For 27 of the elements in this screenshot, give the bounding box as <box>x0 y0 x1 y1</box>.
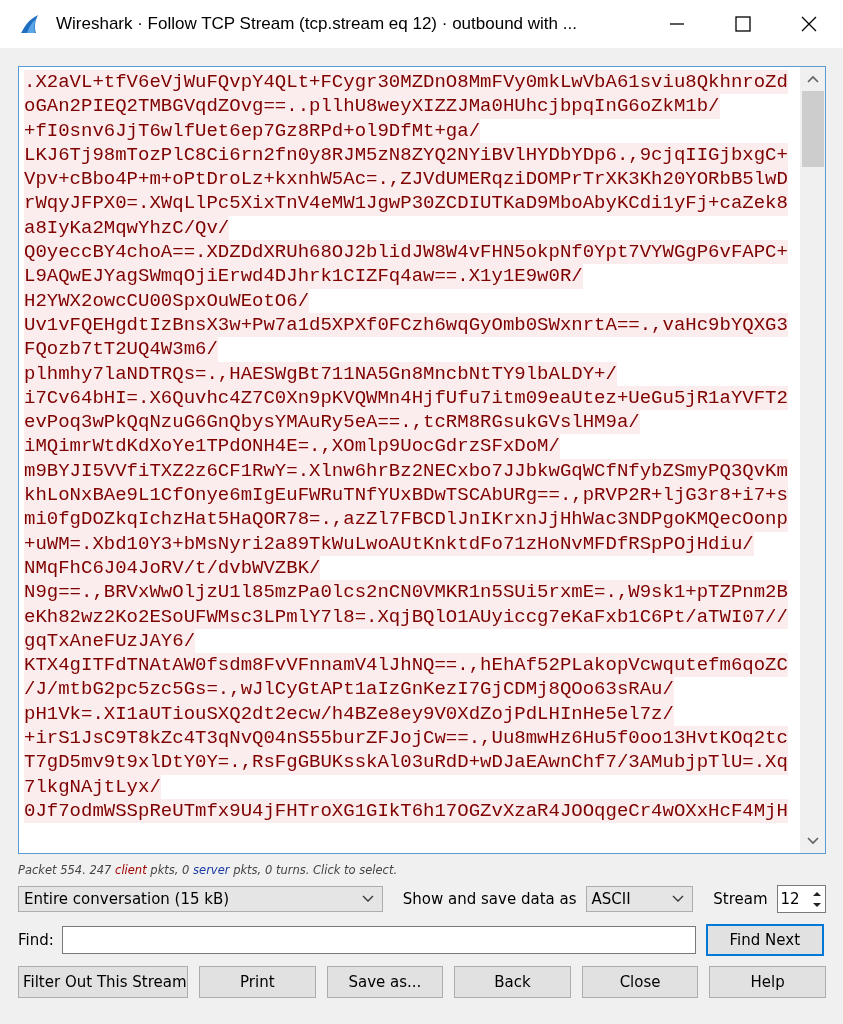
maximize-icon[interactable] <box>733 14 753 34</box>
stream-label: Stream <box>713 890 768 908</box>
scroll-down-icon[interactable] <box>806 837 819 845</box>
stream-spinner[interactable]: 12 <box>776 885 826 913</box>
caret-icon <box>672 895 685 903</box>
scroll-thumb[interactable] <box>801 91 824 167</box>
format-select[interactable]: ASCII <box>585 886 694 912</box>
spin-down-icon[interactable] <box>812 901 822 908</box>
conversation-select[interactable]: Entire conversation (15 kB) <box>18 886 383 912</box>
save-as-button[interactable]: Save as... <box>326 966 444 998</box>
scrollbar[interactable] <box>800 67 825 853</box>
format-label: Show and save data as <box>402 890 577 908</box>
caret-icon <box>361 895 374 903</box>
find-label: Find: <box>18 931 54 949</box>
print-button[interactable]: Print <box>199 966 316 998</box>
back-button[interactable]: Back <box>454 966 571 998</box>
scroll-up-icon[interactable] <box>806 75 819 83</box>
window-title: Wireshark · Follow TCP Stream (tcp.stream eq 12) · outbound with ... <box>56 14 578 34</box>
help-button[interactable]: Help <box>709 966 826 998</box>
stream-text-area[interactable] <box>18 66 826 854</box>
status-text: Packet 554. 247 client pkts, 0 server pkts, 0 turns. Click to select. <box>18 863 399 877</box>
spin-up-icon[interactable] <box>812 890 822 897</box>
close-button[interactable]: Close <box>581 966 699 998</box>
find-next-button[interactable]: Find Next <box>705 924 824 956</box>
close-icon[interactable] <box>799 14 819 34</box>
filter-out-button[interactable]: Filter Out This Stream <box>18 966 188 998</box>
find-field[interactable] <box>61 926 696 954</box>
